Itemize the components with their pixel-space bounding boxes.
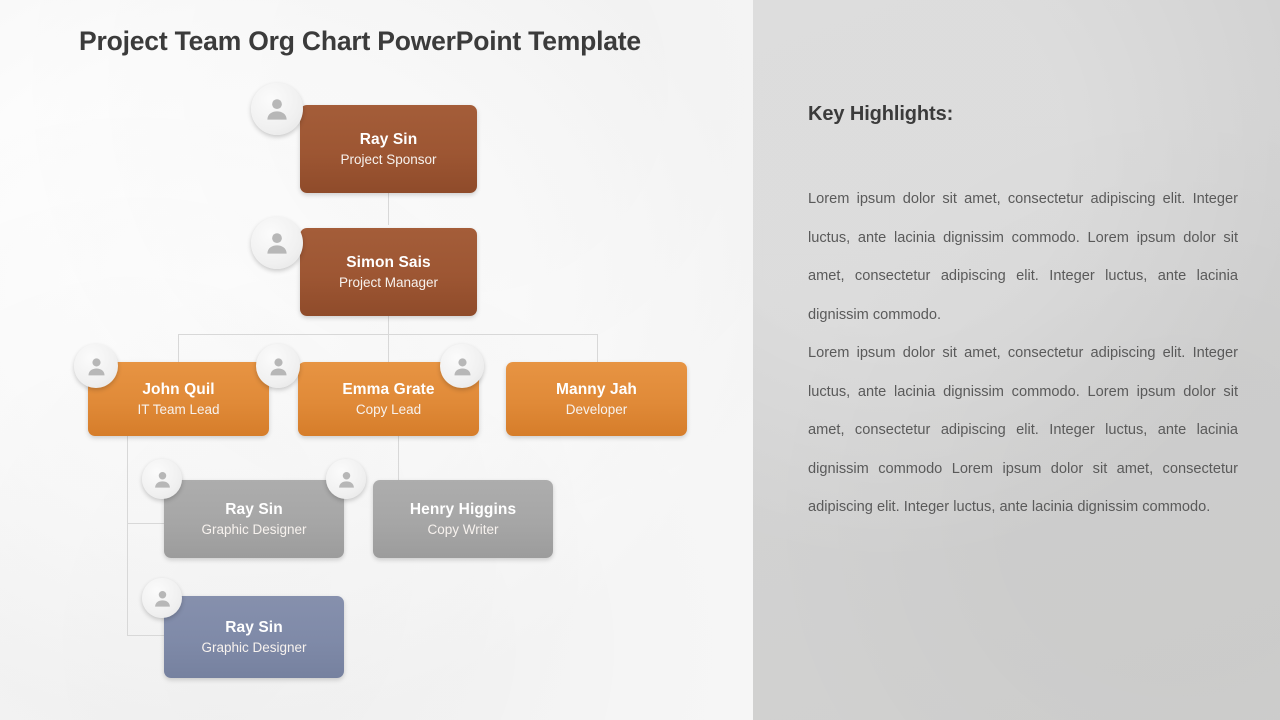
org-node-role: Copy Writer bbox=[427, 521, 499, 537]
org-node-role: Copy Lead bbox=[355, 401, 422, 417]
org-node-role: Graphic Designer bbox=[201, 521, 307, 537]
org-node-designer-1[interactable]: Ray Sin Graphic Designer bbox=[164, 480, 344, 558]
org-node-role: Project Manager bbox=[338, 274, 439, 290]
connector-sponsor-to-manager bbox=[388, 193, 389, 225]
person-avatar-icon bbox=[142, 578, 182, 618]
connector-it-lead-to-designer1 bbox=[127, 523, 165, 524]
person-avatar-icon bbox=[251, 83, 303, 135]
person-avatar-icon bbox=[256, 344, 300, 388]
highlights-paragraph-2: Lorem ipsum dolor sit amet, consectetur … bbox=[808, 345, 1238, 515]
person-avatar-icon bbox=[251, 217, 303, 269]
org-node-sponsor[interactable]: Ray Sin Project Sponsor bbox=[300, 105, 477, 193]
key-highlights-panel: Key Highlights: Lorem ipsum dolor sit am… bbox=[753, 0, 1280, 720]
org-node-role: Developer bbox=[565, 401, 628, 417]
connector-copy-lead-to-writer bbox=[398, 435, 399, 480]
page-title: Project Team Org Chart PowerPoint Templa… bbox=[79, 26, 641, 56]
key-highlights-body: Lorem ipsum dolor sit amet, consectetur … bbox=[808, 180, 1238, 527]
org-node-name: Simon Sais bbox=[346, 253, 431, 271]
org-node-manager[interactable]: Simon Sais Project Manager bbox=[300, 228, 477, 316]
org-node-designer-2[interactable]: Ray Sin Graphic Designer bbox=[164, 596, 344, 678]
connector-bus-to-it-lead bbox=[178, 334, 179, 362]
person-avatar-icon bbox=[74, 344, 118, 388]
org-node-name: Ray Sin bbox=[225, 500, 283, 518]
slide-canvas: Project Team Org Chart PowerPoint Templa… bbox=[0, 0, 1280, 720]
connector-bus-to-copy-lead bbox=[388, 334, 389, 362]
org-node-role: Graphic Designer bbox=[201, 639, 307, 655]
org-node-role: Project Sponsor bbox=[340, 151, 437, 167]
key-highlights-title: Key Highlights: bbox=[808, 103, 954, 125]
org-node-name: John Quil bbox=[142, 380, 215, 398]
connector-it-lead-to-designer2 bbox=[127, 635, 165, 636]
org-node-copy-writer[interactable]: Henry Higgins Copy Writer bbox=[373, 480, 553, 558]
person-avatar-icon bbox=[326, 459, 366, 499]
person-avatar-icon bbox=[142, 459, 182, 499]
org-node-name: Ray Sin bbox=[359, 130, 418, 148]
org-node-name: Ray Sin bbox=[225, 618, 283, 636]
connector-manager-down bbox=[388, 316, 389, 335]
connector-bus-to-developer bbox=[597, 334, 598, 362]
connector-it-lead-spine bbox=[127, 435, 128, 635]
org-node-name: Emma Grate bbox=[342, 380, 435, 398]
org-node-name: Henry Higgins bbox=[409, 500, 517, 518]
person-avatar-icon bbox=[440, 344, 484, 388]
highlights-paragraph-1: Lorem ipsum dolor sit amet, consectetur … bbox=[808, 191, 1238, 323]
org-node-role: IT Team Lead bbox=[137, 401, 220, 417]
org-node-developer[interactable]: Manny Jah Developer bbox=[506, 362, 687, 436]
org-node-name: Manny Jah bbox=[555, 380, 637, 398]
